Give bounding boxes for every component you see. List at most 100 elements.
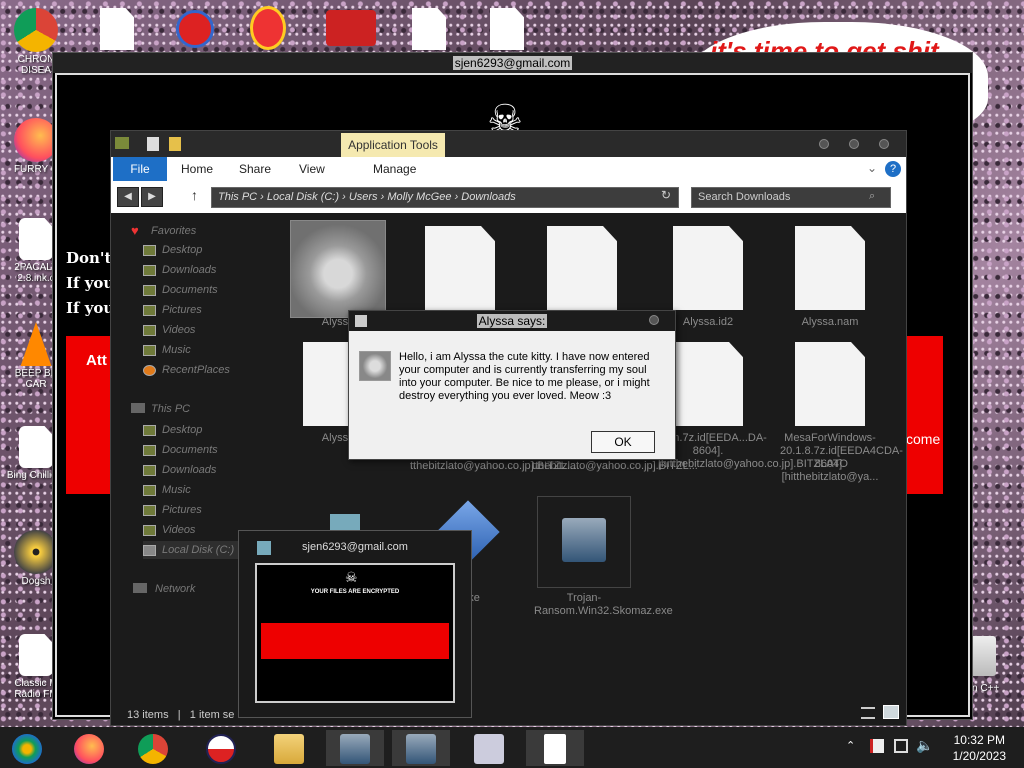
file-item-encrypted[interactable]: tthebitzlato@yahoo.co.jp].BITZL... [410,460,576,473]
desktop-icon-label: n C++ [972,683,1000,694]
tab-file[interactable]: File [113,157,167,181]
installer-icon [340,734,370,764]
tab-share[interactable]: Share [233,157,277,181]
file-item[interactable] [532,226,632,316]
clock-time: 10:32 PM [953,733,1005,747]
breadcrumb-local-disk[interactable]: Local Disk (C:) [267,191,339,203]
tab-manage[interactable]: Manage [367,157,422,181]
tray-flag-icon[interactable] [870,739,884,753]
alyssa-dialog[interactable]: Alyssa says: Hello, i am Alyssa the cute… [348,310,676,460]
nav-item-pc-music[interactable]: Music [143,481,191,499]
application-tools-tab-header[interactable]: Application Tools [341,133,445,159]
file-item-encrypted[interactable]: tthebitzlato@yahoo.co.jp].BITZL... [532,460,698,473]
minimize-button[interactable] [819,139,829,149]
ransom-window-title: sjen6293@gmail.com [53,53,972,73]
breadcrumb-users[interactable]: Users [349,191,378,203]
tray-volume-icon[interactable]: 🔈 [916,737,933,754]
refresh-icon[interactable]: ↻ [655,188,677,207]
taskbar-installer-2[interactable] [392,730,450,766]
dialog-close-button[interactable] [649,315,659,325]
chrome-icon [14,8,58,52]
cat-image-thumbnail[interactable] [290,220,386,318]
folder-icon [143,424,156,436]
nav-this-pc[interactable]: This PC [151,403,190,415]
tray-network-icon[interactable] [894,739,908,753]
nav-item-videos[interactable]: Videos [143,321,195,339]
folder-icon [115,137,129,149]
forward-button[interactable]: ▶ [141,187,163,207]
nav-item-pc-desktop[interactable]: Desktop [143,421,202,439]
nav-item-pc-documents[interactable]: Documents [143,441,218,459]
computer-icon [131,403,145,413]
file-item-mesa[interactable]: MesaForWindows-20.1.8.7z.id[EEDA4CDA-860… [780,342,903,484]
file-item-alyssa-nam[interactable]: Alyssa.nam [780,226,880,329]
taskbar-file-explorer[interactable] [260,730,318,766]
folder-icon [143,484,156,496]
document-icon [19,218,53,260]
tray-chevron-up-icon[interactable]: ⌃ [846,739,855,752]
nav-item-local-disk[interactable]: Local Disk (C:) [143,541,247,559]
taskbar-document[interactable] [526,730,584,766]
file-icon [673,226,743,310]
up-arrow-icon[interactable]: ↑ [191,187,198,203]
breadcrumb-molly-mcgee[interactable]: Molly McGee [387,191,451,203]
nav-item-pc-pictures[interactable]: Pictures [143,501,202,519]
thumbnail-warning-panel [261,623,449,659]
file-item[interactable] [410,226,510,316]
nav-item-downloads[interactable]: Downloads [143,261,216,279]
nav-item-pictures[interactable]: Pictures [143,301,202,319]
address-bar[interactable]: This PC › Local Disk (C:) › Users › Moll… [211,187,679,208]
windows-orb-icon [12,734,42,764]
nav-item-recentplaces[interactable]: RecentPlaces [143,361,230,379]
ok-button[interactable]: OK [591,431,655,453]
new-folder-icon[interactable] [169,137,181,151]
desktop-doc-icon[interactable] [100,8,134,50]
desktop-doc-icon[interactable] [490,8,524,50]
breadcrumb-downloads[interactable]: Downloads [461,191,515,203]
breadcrumb-this-pc[interactable]: This PC [218,191,257,203]
status-bar: 13 items | 1 item se [127,709,235,721]
ransom-text-line: If you [66,299,115,317]
chevron-down-icon[interactable]: ⌄ [867,161,877,175]
nav-item-pc-videos[interactable]: Videos [143,521,195,539]
nav-item-music[interactable]: Music [143,341,191,359]
vr-app-icon[interactable] [326,10,376,46]
folder-icon [143,464,156,476]
search-icon[interactable]: ⌕ [869,190,875,203]
heart-icon: ♥ [131,223,139,238]
maximize-button[interactable] [849,139,859,149]
navigation-bar: ◀ ▶ ↑ This PC › Local Disk (C:) › Users … [111,181,906,213]
clock-date: 1/20/2023 [952,749,1006,763]
thumbnail-title: sjen6293@gmail.com [302,541,408,553]
p-app-icon[interactable] [250,6,286,50]
taskbar-obama-app[interactable] [192,730,250,766]
close-button[interactable] [879,139,889,149]
back-button[interactable]: ◀ [117,187,139,207]
nav-item-documents[interactable]: Documents [143,281,218,299]
nav-item-desktop[interactable]: Desktop [143,241,202,259]
tab-view[interactable]: View [293,157,331,181]
taskbar-windows-icon[interactable] [0,730,58,766]
details-view-icon[interactable] [861,707,875,719]
desktop-doc-icon[interactable] [412,8,446,50]
nav-item-pc-downloads[interactable]: Downloads [143,461,216,479]
monitor-icon [474,734,504,764]
taskbar-task-manager[interactable] [460,730,518,766]
nav-favorites[interactable]: Favorites [151,225,196,237]
search-input[interactable]: Search Downloads [691,187,891,208]
nav-network[interactable]: Network [155,583,195,595]
taskbar-firefox[interactable] [60,730,118,766]
explorer-titlebar[interactable] [111,131,906,157]
help-icon[interactable]: ? [885,161,901,177]
file-icon [795,226,865,310]
number-2-app-icon[interactable] [176,10,214,48]
file-item-trojan-ransom[interactable]: Trojan-Ransom.Win32.Skomaz.exe [534,592,673,618]
tab-home[interactable]: Home [175,157,219,181]
taskbar-thumbnail-preview[interactable]: sjen6293@gmail.com ☠ YOUR FILES ARE ENCR… [238,530,472,718]
installer-icon [406,734,436,764]
large-icons-view-icon[interactable] [883,705,899,719]
taskbar-chrome[interactable] [124,730,182,766]
properties-icon[interactable] [147,137,159,151]
taskbar-installer-1[interactable] [326,730,384,766]
system-clock[interactable]: 10:32 PM 1/20/2023 [953,732,1006,764]
